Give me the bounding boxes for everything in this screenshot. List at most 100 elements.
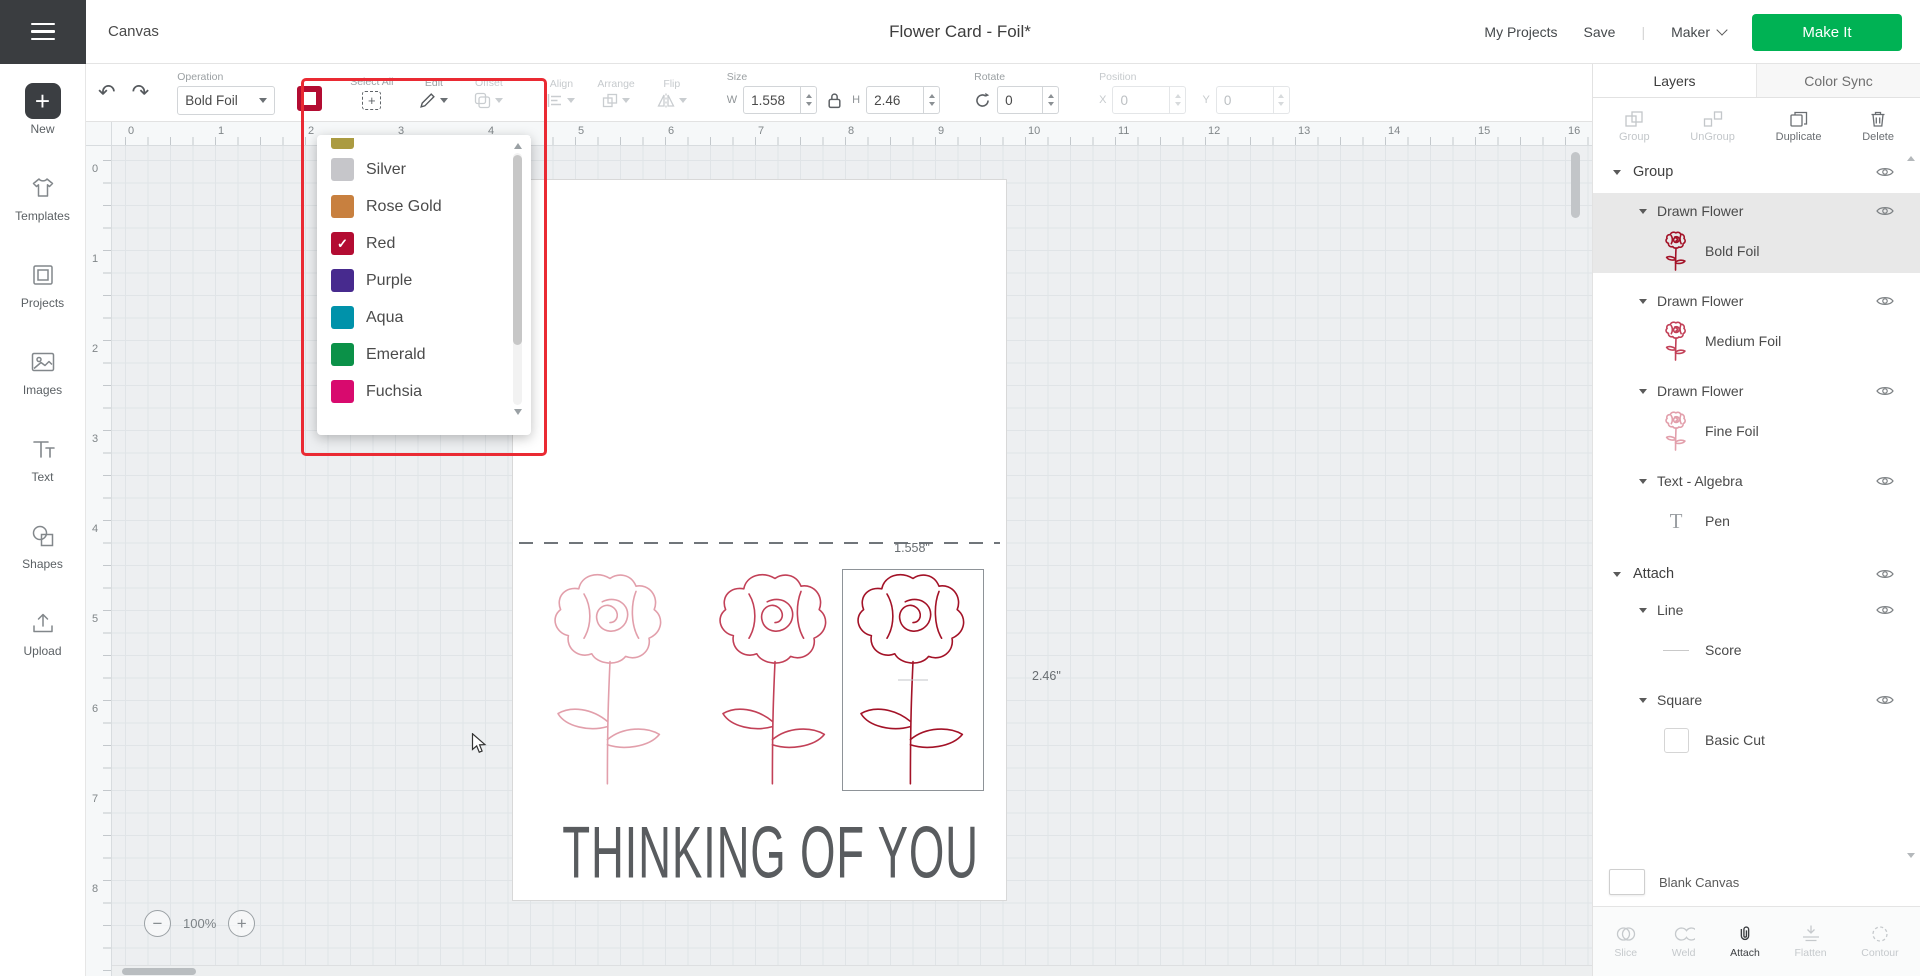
my-projects-link[interactable]: My Projects xyxy=(1484,24,1557,40)
collapse-caret-icon[interactable] xyxy=(1639,698,1647,703)
y-input[interactable] xyxy=(1216,86,1274,114)
zoom-level: 100% xyxy=(183,916,216,931)
layer-row-medium-foil[interactable]: Medium Foil xyxy=(1593,319,1920,363)
color-option-rose-gold[interactable]: Rose Gold xyxy=(317,188,507,225)
height-input[interactable] xyxy=(866,86,924,114)
delete-button[interactable]: Delete xyxy=(1862,110,1894,143)
operation-select[interactable]: Bold Foil xyxy=(177,86,275,115)
panel-scroll-up-icon[interactable] xyxy=(1907,156,1915,161)
sidebar-item-projects[interactable]: Projects xyxy=(0,248,85,335)
machine-selector[interactable]: Maker xyxy=(1671,24,1726,40)
weld-button[interactable]: Weld xyxy=(1672,924,1696,959)
layer-row-drawn-flower-2[interactable]: Drawn Flower xyxy=(1593,283,1920,319)
duplicate-button[interactable]: Duplicate xyxy=(1776,110,1822,143)
rotate-stepper[interactable] xyxy=(1043,86,1059,114)
sidebar-item-text[interactable]: Text xyxy=(0,422,85,509)
align-button[interactable] xyxy=(547,93,575,108)
save-link[interactable]: Save xyxy=(1584,24,1616,40)
color-option-silver[interactable]: Silver xyxy=(317,151,507,188)
contour-button[interactable]: Contour xyxy=(1861,924,1898,959)
x-input[interactable] xyxy=(1112,86,1170,114)
card-sentiment-text[interactable]: THINKING OF YOU xyxy=(562,811,956,895)
layer-row-group[interactable]: Group xyxy=(1593,154,1920,190)
sidebar-item-shapes[interactable]: Shapes xyxy=(0,509,85,596)
edit-button[interactable] xyxy=(419,92,448,109)
offset-button[interactable] xyxy=(474,92,503,109)
rotate-input[interactable] xyxy=(997,86,1043,114)
layer-row-drawn-flower-3[interactable]: Drawn Flower xyxy=(1593,373,1920,409)
color-option-emerald[interactable]: Emerald xyxy=(317,336,507,373)
sidebar-item-upload[interactable]: Upload xyxy=(0,596,85,683)
foil-color-swatch[interactable] xyxy=(297,86,322,111)
layer-row-bold-foil[interactable]: Bold Foil xyxy=(1593,229,1920,273)
collapse-caret-icon[interactable] xyxy=(1639,479,1647,484)
layer-row-drawn-flower-1[interactable]: Drawn Flower xyxy=(1593,193,1920,229)
group-button[interactable]: Group xyxy=(1619,110,1650,143)
hamburger-menu-button[interactable] xyxy=(0,0,86,64)
visibility-eye-icon[interactable] xyxy=(1876,166,1894,178)
canvas-horizontal-scrollbar[interactable] xyxy=(86,965,1592,976)
sidebar-item-images[interactable]: Images xyxy=(0,335,85,422)
redo-icon[interactable]: ↷ xyxy=(132,80,150,105)
panel-scroll-down-icon[interactable] xyxy=(1907,853,1915,858)
zoom-in-button[interactable]: + xyxy=(228,910,255,937)
visibility-eye-icon[interactable] xyxy=(1876,694,1894,706)
visibility-eye-icon[interactable] xyxy=(1876,568,1894,580)
canvas-vertical-scrollbar[interactable] xyxy=(1571,150,1580,960)
slice-button[interactable]: Slice xyxy=(1614,924,1637,959)
color-swatch xyxy=(331,343,354,366)
ungroup-button[interactable]: UnGroup xyxy=(1690,110,1735,143)
arrange-button[interactable] xyxy=(602,93,630,108)
visibility-eye-icon[interactable] xyxy=(1876,385,1894,397)
color-option-fuchsia[interactable]: Fuchsia xyxy=(317,373,507,410)
collapse-caret-icon[interactable] xyxy=(1613,170,1621,175)
selection-bounding-box[interactable] xyxy=(842,569,984,791)
zoom-out-button[interactable]: − xyxy=(144,910,171,937)
height-stepper[interactable] xyxy=(924,86,940,114)
width-stepper[interactable] xyxy=(801,86,817,114)
sidebar-item-templates[interactable]: Templates xyxy=(0,161,85,248)
select-all-button[interactable]: + xyxy=(362,91,381,110)
sidebar-item-label: Projects xyxy=(21,296,64,310)
tab-layers[interactable]: Layers xyxy=(1593,64,1756,97)
design-canvas[interactable]: THINKING OF YOU 1.558" 2.46" 0 1 2 3 4 5… xyxy=(86,122,1592,976)
ruler-number: 11 xyxy=(1118,125,1129,137)
collapse-caret-icon[interactable] xyxy=(1639,209,1647,214)
selection-height-dimension: 2.46" xyxy=(1032,669,1061,683)
blank-canvas-row[interactable]: Blank Canvas xyxy=(1593,863,1920,901)
color-option-purple[interactable]: Purple xyxy=(317,262,507,299)
visibility-eye-icon[interactable] xyxy=(1876,205,1894,217)
layer-row-text-algebra[interactable]: Text - Algebra xyxy=(1593,463,1920,499)
pencil-icon xyxy=(419,92,436,109)
layer-row-score[interactable]: Score xyxy=(1593,628,1920,672)
layer-row-basic-cut[interactable]: Basic Cut xyxy=(1593,718,1920,762)
lock-icon[interactable] xyxy=(827,92,842,109)
visibility-eye-icon[interactable] xyxy=(1876,475,1894,487)
collapse-caret-icon[interactable] xyxy=(1639,389,1647,394)
dropdown-scrollbar[interactable] xyxy=(511,143,526,415)
layer-row-attach[interactable]: Attach xyxy=(1593,556,1920,592)
fine-foil-flower[interactable] xyxy=(545,566,675,791)
rotate-icon[interactable] xyxy=(974,92,991,109)
layer-row-pen[interactable]: T Pen xyxy=(1593,499,1920,543)
color-option-red-selected[interactable]: ✓ Red xyxy=(317,225,507,262)
make-it-button[interactable]: Make It xyxy=(1752,14,1902,51)
sidebar-item-new[interactable]: + New xyxy=(0,74,85,161)
visibility-eye-icon[interactable] xyxy=(1876,604,1894,616)
collapse-caret-icon[interactable] xyxy=(1639,608,1647,613)
layer-row-square[interactable]: Square xyxy=(1593,682,1920,718)
flatten-button[interactable]: Flatten xyxy=(1795,924,1827,959)
flip-button[interactable] xyxy=(657,93,687,108)
attach-button[interactable]: Attach xyxy=(1730,924,1760,959)
undo-icon[interactable]: ↶ xyxy=(98,80,116,105)
layer-row-fine-foil[interactable]: Fine Foil xyxy=(1593,409,1920,453)
medium-foil-flower[interactable] xyxy=(710,566,840,791)
width-input[interactable] xyxy=(743,86,801,114)
collapse-caret-icon[interactable] xyxy=(1639,299,1647,304)
collapse-caret-icon[interactable] xyxy=(1613,572,1621,577)
color-option-aqua[interactable]: Aqua xyxy=(317,299,507,336)
tab-color-sync[interactable]: Color Sync xyxy=(1756,64,1920,97)
visibility-eye-icon[interactable] xyxy=(1876,295,1894,307)
layer-row-line[interactable]: Line xyxy=(1593,592,1920,628)
partial-color-swatch[interactable] xyxy=(331,138,354,149)
